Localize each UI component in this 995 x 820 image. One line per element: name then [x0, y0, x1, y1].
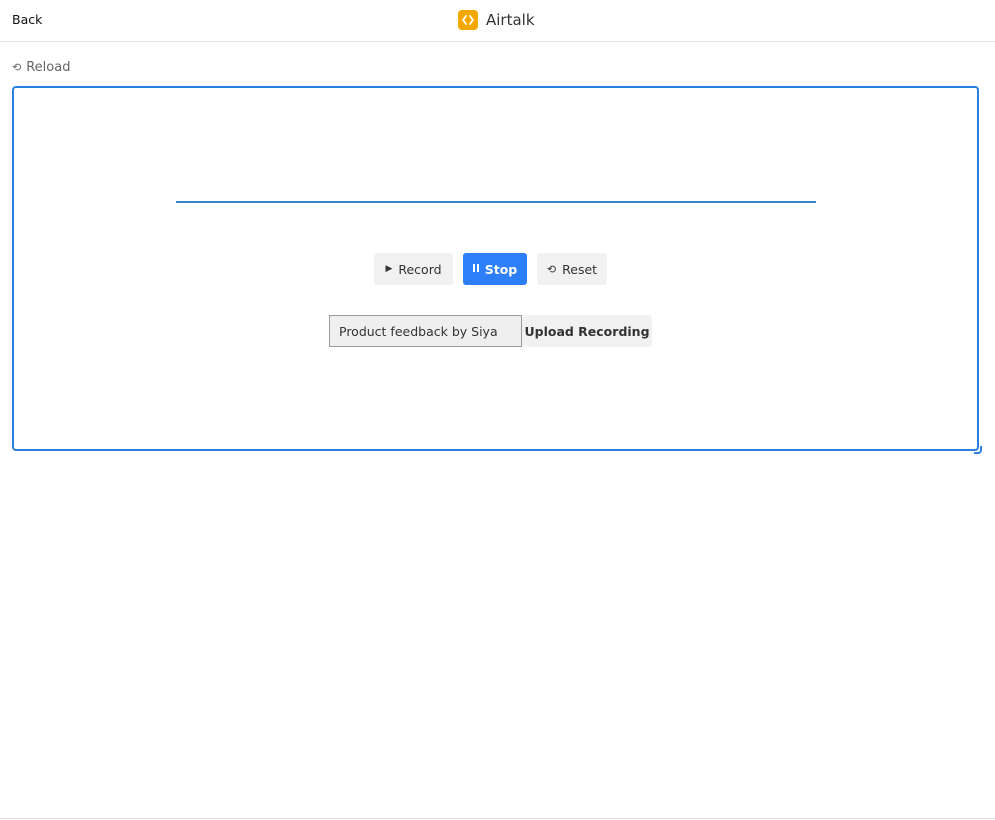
record-label: Record: [398, 261, 442, 277]
top-bar: Back Airtalk: [0, 0, 995, 42]
back-button[interactable]: Back: [12, 12, 42, 27]
reset-label: Reset: [562, 261, 598, 277]
reset-button[interactable]: ⟲ Reset: [537, 253, 607, 285]
recorder-controls: ▶ Record Stop ⟲ Reset: [374, 253, 607, 285]
reload-label: Reload: [26, 60, 71, 75]
pause-icon: [472, 263, 479, 275]
stop-label: Stop: [484, 261, 518, 277]
play-icon: ▶: [385, 264, 393, 274]
recorder-frame: ▶ Record Stop ⟲ Reset Upload Recording: [12, 86, 982, 454]
record-button[interactable]: ▶ Record: [374, 253, 453, 285]
bottom-divider: [0, 818, 995, 819]
app-title-group: Airtalk: [458, 9, 535, 31]
recording-name-input[interactable]: [329, 315, 522, 347]
reset-icon: ⟲: [546, 262, 557, 276]
reload-icon: ⟲: [12, 61, 22, 74]
code-brackets-icon: [458, 10, 478, 30]
reload-button[interactable]: ⟲ Reload: [12, 60, 70, 75]
stop-button[interactable]: Stop: [463, 253, 527, 285]
resize-handle[interactable]: [974, 446, 982, 454]
waveform: [176, 201, 816, 203]
upload-recording-button[interactable]: Upload Recording: [522, 315, 652, 347]
upload-row: Upload Recording: [329, 315, 652, 347]
app-title: Airtalk: [486, 11, 535, 29]
